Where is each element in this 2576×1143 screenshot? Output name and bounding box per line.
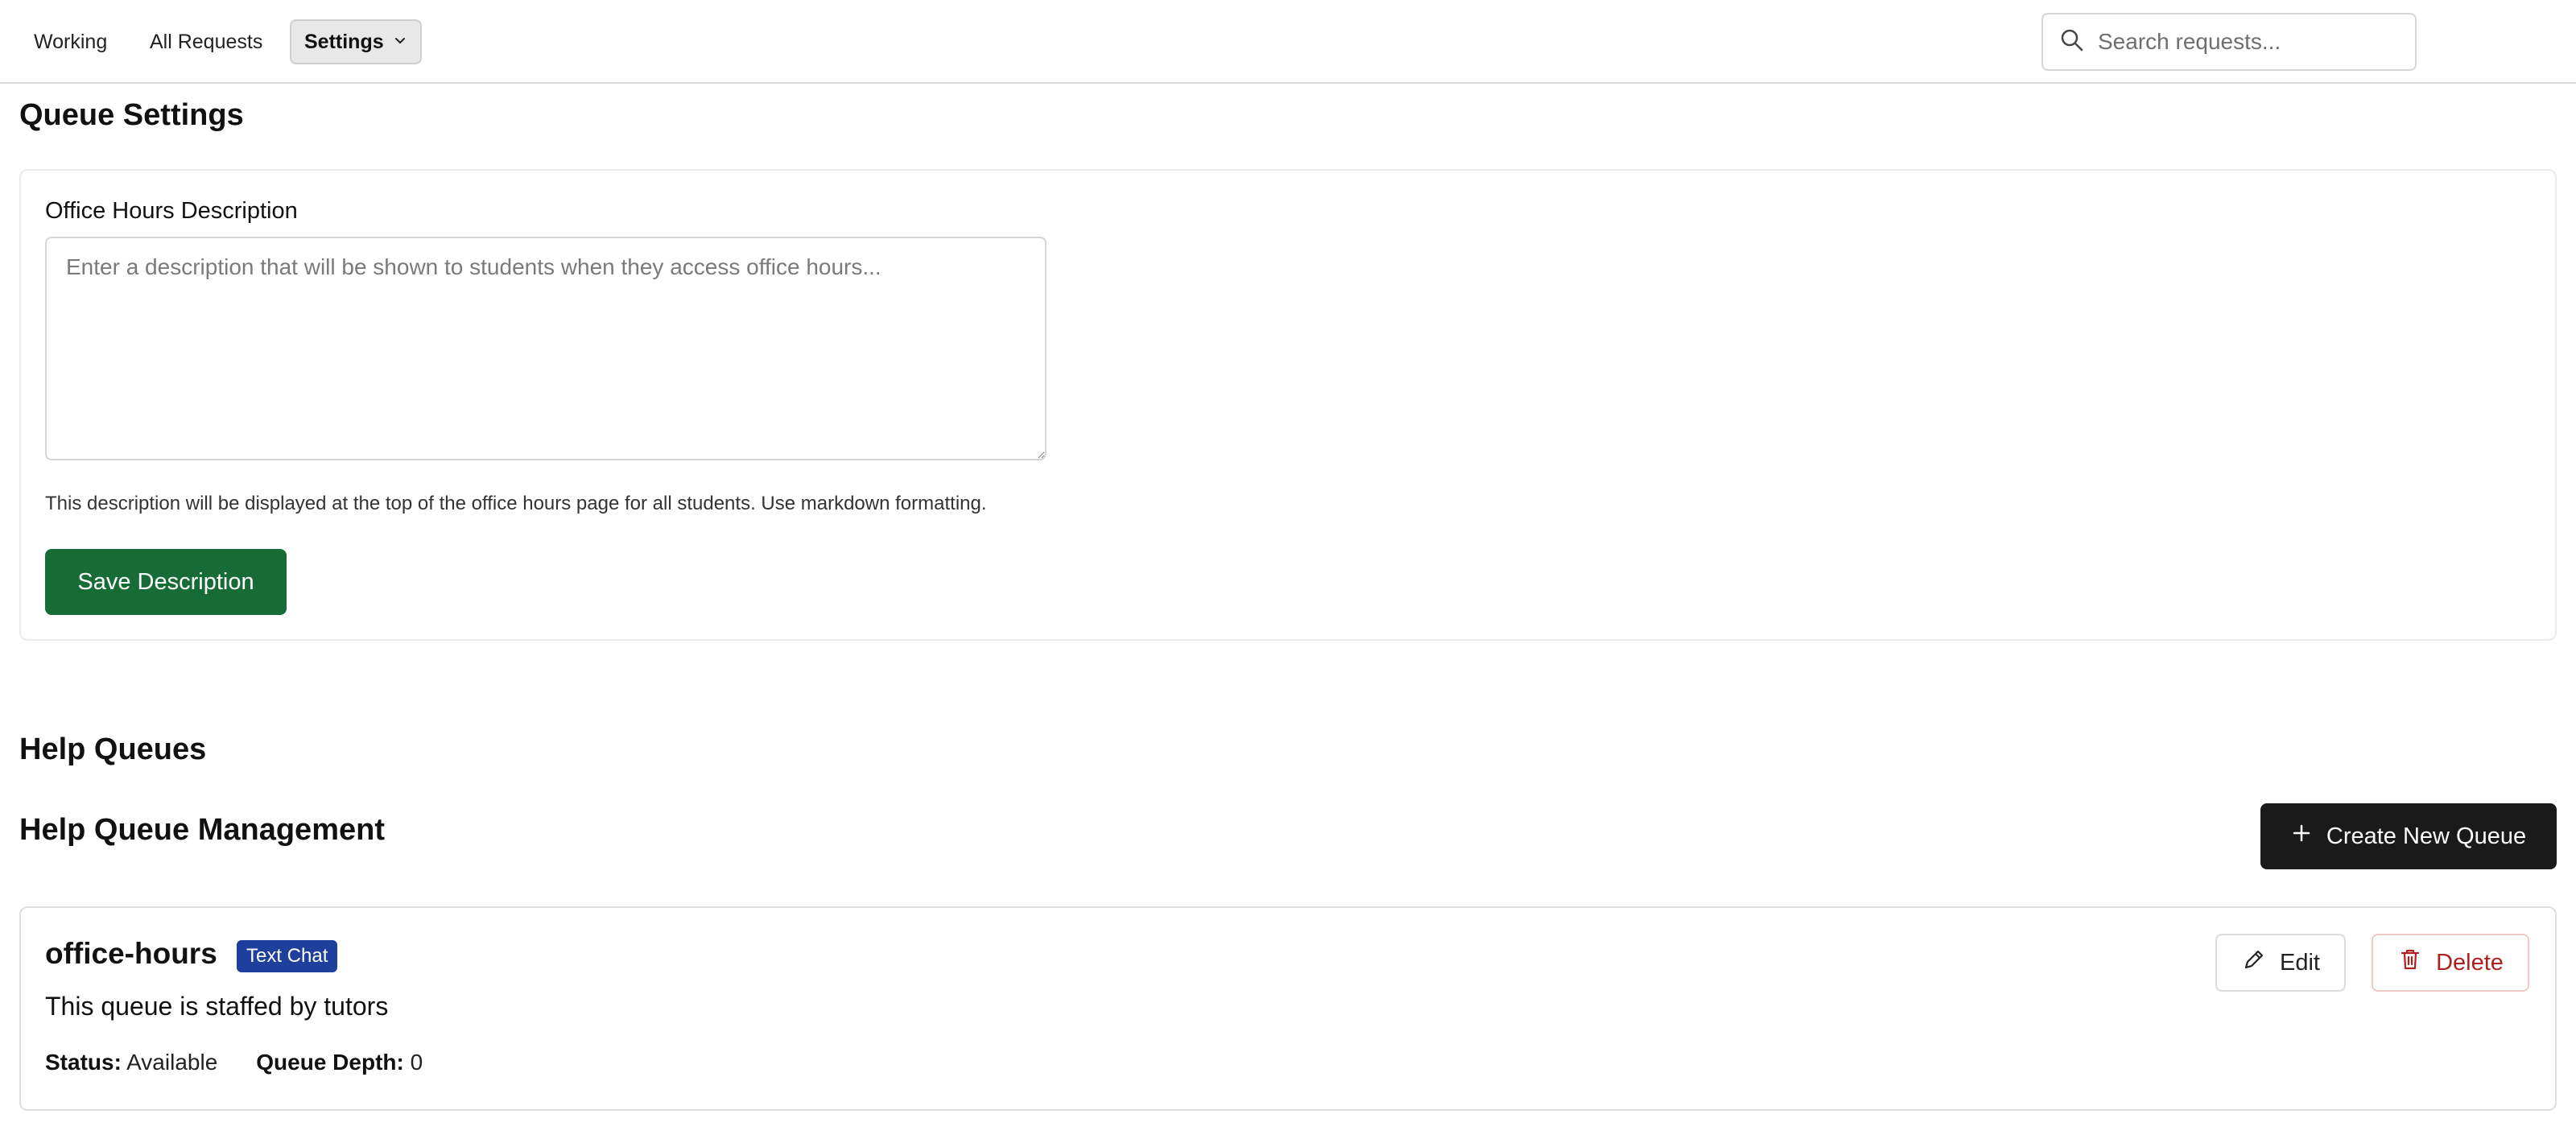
search-icon (2059, 27, 2085, 57)
queue-name: office-hours (45, 937, 217, 970)
edit-queue-button[interactable]: Edit (2215, 934, 2346, 992)
queue-status-value: Available (126, 1050, 218, 1075)
plus-icon (2291, 823, 2312, 850)
queue-settings-heading: Queue Settings (19, 98, 244, 132)
create-new-queue-button[interactable]: Create New Queue (2260, 803, 2557, 869)
chevron-down-icon (392, 31, 408, 54)
queue-description: This queue is staffed by tutors (45, 992, 389, 1021)
office-hours-description-textarea[interactable] (45, 237, 1046, 460)
queue-depth-value: 0 (410, 1050, 423, 1075)
delete-queue-label: Delete (2436, 949, 2504, 976)
queue-status: Status: Available (45, 1050, 217, 1075)
queue-status-label: Status: (45, 1050, 122, 1075)
queue-stats: Status: Available Queue Depth: 0 (45, 1050, 423, 1075)
nav-tab-all-requests[interactable]: All Requests (135, 19, 277, 64)
queue-depth: Queue Depth: 0 (256, 1050, 423, 1075)
nav-settings-label: Settings (304, 30, 384, 53)
queue-card (19, 906, 2557, 1111)
delete-queue-button[interactable]: Delete (2372, 934, 2529, 992)
help-queues-heading: Help Queues (19, 732, 207, 766)
office-hours-description-label: Office Hours Description (45, 198, 298, 224)
top-navigation-bar: Working All Requests Settings (0, 0, 2576, 84)
save-description-button[interactable]: Save Description (45, 549, 287, 615)
queue-depth-label: Queue Depth: (256, 1050, 404, 1075)
queue-type-badge: Text Chat (237, 940, 338, 972)
search-box[interactable] (2041, 13, 2417, 71)
edit-queue-label: Edit (2280, 949, 2320, 976)
search-input[interactable] (2096, 28, 2405, 56)
pencil-icon (2241, 947, 2267, 979)
help-queue-management-heading: Help Queue Management (19, 813, 385, 847)
description-help-text: This description will be displayed at th… (45, 493, 987, 514)
create-new-queue-label: Create New Queue (2326, 823, 2527, 849)
trash-icon (2397, 947, 2423, 979)
nav-tab-working[interactable]: Working (19, 19, 122, 64)
nav-settings-dropdown[interactable]: Settings (290, 19, 422, 64)
